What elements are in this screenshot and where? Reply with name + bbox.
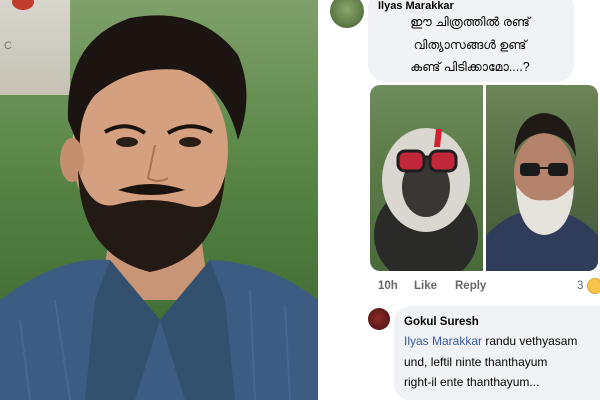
comment-line-1: ഈ ചിത്രത്തിൽ രണ്ട് <box>410 15 530 29</box>
reply-button[interactable]: Reply <box>455 280 486 296</box>
man-figure <box>0 15 318 400</box>
comment-image-monkey[interactable] <box>370 85 483 271</box>
comment-line-2: വിത്യാസങ്ങൾ ഉണ്ട് <box>413 38 527 52</box>
reply-avatar[interactable] <box>368 308 390 330</box>
mention-link[interactable]: Ilyas Marakkar <box>404 334 482 348</box>
reply-line-1-text: randu vethyasam <box>482 334 578 348</box>
comment-timestamp[interactable]: 10h <box>378 280 398 296</box>
reply-line-1: Ilyas Marakkar randu vethyasam <box>404 331 600 351</box>
reaction-count[interactable]: 3 <box>577 280 583 292</box>
reply-author-name[interactable]: Gokul Suresh <box>404 316 479 328</box>
bearded-man-sunglasses-icon <box>486 113 598 271</box>
reply-line-3: right-il ente thanthayum... <box>404 375 540 389</box>
comment-line-3: കണ്ട് പിടിക്കാമോ....? <box>410 60 530 74</box>
commenter-name[interactable]: Ilyas Marakkar <box>378 0 454 12</box>
monkey-with-sunglasses-icon <box>374 128 478 271</box>
comment-image-man[interactable] <box>486 85 598 271</box>
man-photo: C <box>0 0 318 400</box>
like-button[interactable]: Like <box>414 280 437 296</box>
reply-line-2: und, leftil ninte thanthayum <box>404 355 548 369</box>
haha-emoji-icon[interactable] <box>587 278 600 294</box>
